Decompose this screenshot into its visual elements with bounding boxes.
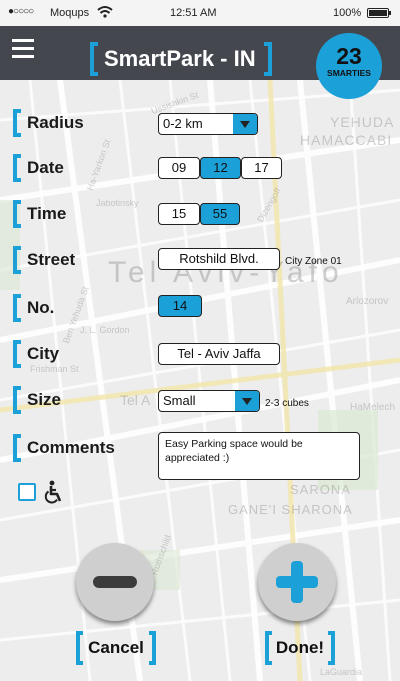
map-label: Tel A <box>120 392 151 408</box>
cancel-label: Cancel <box>88 638 144 657</box>
dropdown-arrow-icon[interactable] <box>235 391 259 411</box>
map-label: Arlozorov <box>346 296 389 307</box>
cancel-button[interactable]: Cancel <box>76 631 156 665</box>
page-title: SmartPark - IN <box>104 46 256 71</box>
signal-icon: ●○○○○ <box>8 6 34 17</box>
remove-button[interactable] <box>76 543 154 621</box>
map-label: LaGuardia <box>320 667 363 677</box>
add-button[interactable] <box>258 543 336 621</box>
done-button[interactable]: Done! <box>265 631 335 665</box>
radius-label: Radius <box>13 109 84 137</box>
minus-icon <box>93 576 137 588</box>
time-minute-field[interactable]: 55 <box>200 203 240 225</box>
comments-label: Comments <box>13 434 115 462</box>
number-label: No. <box>13 294 54 322</box>
carrier-name: Moqups <box>50 7 90 19</box>
wheelchair-icon <box>44 480 64 509</box>
size-select[interactable]: Small <box>158 390 260 412</box>
time-hour-field[interactable]: 15 <box>158 203 200 225</box>
date-year-field[interactable]: 17 <box>241 157 282 179</box>
smarties-badge[interactable]: 23 SMARTIES <box>316 33 382 99</box>
date-label: Date <box>13 154 64 182</box>
city-field[interactable]: Tel - Aviv Jaffa <box>158 343 280 365</box>
size-note: 2-3 cubes <box>265 398 309 409</box>
hamburger-menu-icon[interactable] <box>12 39 34 59</box>
time-label: Time <box>13 200 66 228</box>
city-zone-note: City Zone 01 <box>285 256 342 267</box>
map-label: Jabotinsky <box>96 198 139 208</box>
smarties-label: SMARTIES <box>327 68 371 78</box>
radius-value: 0-2 km <box>163 116 203 131</box>
done-label: Done! <box>275 638 325 657</box>
map-label: SARONA <box>290 482 351 497</box>
status-time: 12:51 AM <box>170 7 217 19</box>
map-label: YEHUDA <box>330 114 395 130</box>
accessibility-checkbox[interactable] <box>18 483 36 501</box>
title-bracket-right <box>263 42 272 76</box>
status-bar: ●○○○○ Moqups 12:51 AM 100% <box>0 0 400 26</box>
map-label: GANE'I SHARONA <box>228 502 353 517</box>
dropdown-arrow-icon[interactable] <box>233 114 257 134</box>
house-number-field[interactable]: 14 <box>158 295 202 317</box>
comments-textarea[interactable]: Easy Parking space would be appreciated … <box>158 432 360 480</box>
street-field[interactable]: Rotshild Blvd. <box>158 248 280 270</box>
smarties-count: 23 <box>336 43 362 69</box>
size-label: Size <box>13 386 61 414</box>
city-label: City <box>13 340 59 368</box>
date-month-field[interactable]: 12 <box>200 157 241 179</box>
wifi-icon <box>97 5 113 22</box>
page-title-wrap: SmartPark - IN <box>90 42 272 76</box>
radius-select[interactable]: 0-2 km <box>158 113 258 135</box>
map-label: HaMelech <box>350 402 396 413</box>
street-label: Street <box>13 246 75 274</box>
map-label: J. L. Gordon <box>80 325 130 335</box>
date-day-field[interactable]: 09 <box>158 157 200 179</box>
title-bracket-left <box>90 42 98 76</box>
battery-percent: 100% <box>333 7 362 19</box>
size-value: Small <box>163 393 196 408</box>
battery-icon <box>367 8 391 18</box>
map-label: HAMACCABI <box>300 132 393 148</box>
